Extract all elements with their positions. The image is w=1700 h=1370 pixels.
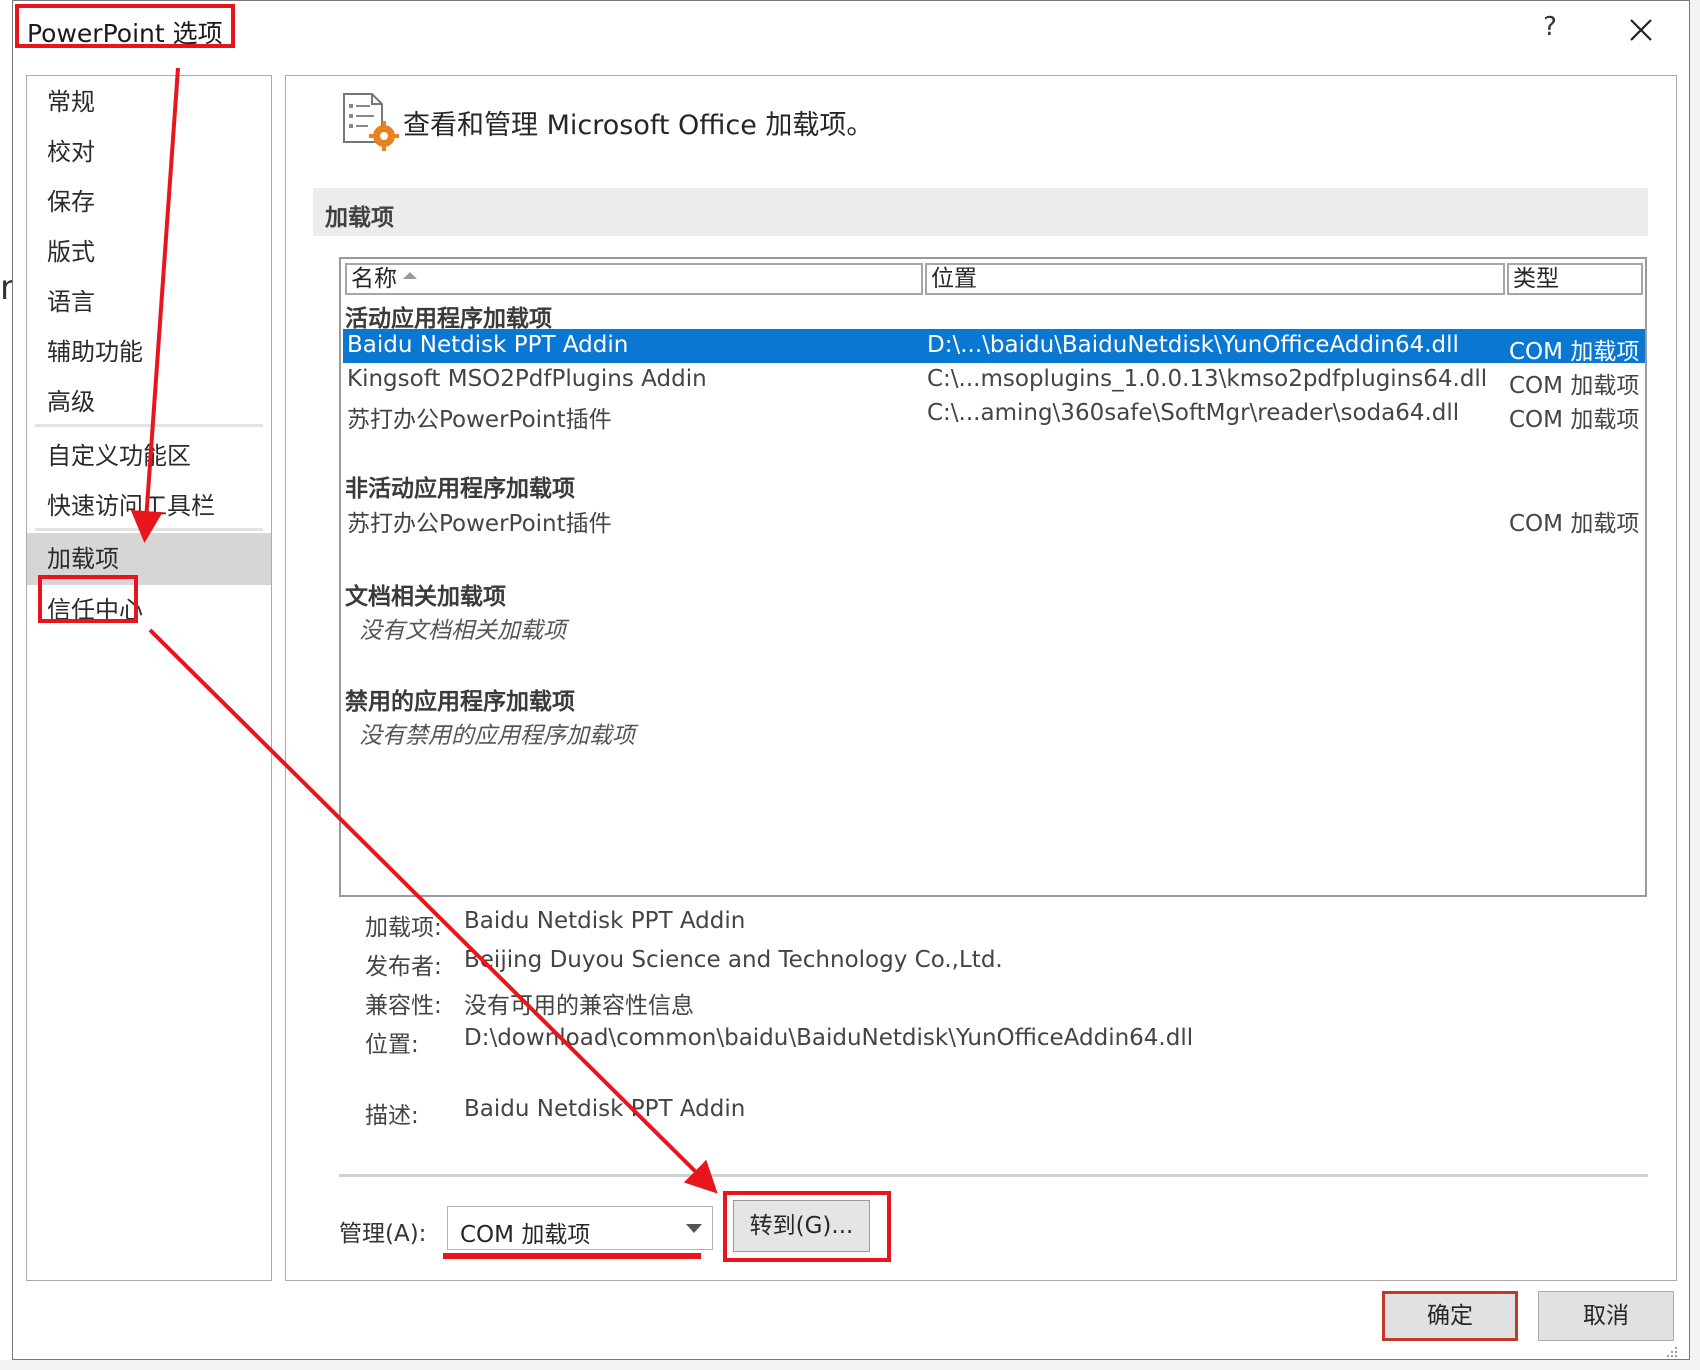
nav-item-accessibility[interactable]: 辅助功能	[27, 326, 271, 378]
chevron-down-icon	[686, 1224, 702, 1233]
detail-desc-label: 描述:	[365, 1103, 419, 1129]
cancel-button[interactable]: 取消	[1538, 1291, 1674, 1341]
column-header-name[interactable]: 名称	[345, 263, 923, 295]
row-name: Kingsoft MSO2PdfPlugins Addin	[347, 366, 707, 392]
row-type: COM 加载项	[1509, 511, 1640, 537]
nav-item-language[interactable]: 语言	[27, 276, 271, 328]
addins-settings-icon	[343, 93, 399, 151]
detail-location-label: 位置:	[365, 1032, 419, 1058]
detail-compat-value: 没有可用的兼容性信息	[464, 993, 694, 1019]
column-header-type-label: 类型	[1513, 266, 1559, 292]
nav-item-save[interactable]: 保存	[27, 176, 271, 228]
row-location: D:\...\baidu\BaiduNetdisk\YunOfficeAddin…	[927, 332, 1459, 358]
row-name: 苏打办公PowerPoint插件	[347, 407, 612, 433]
empty-message: 没有禁用的应用程序加载项	[359, 723, 635, 749]
ok-button[interactable]: 确定	[1382, 1291, 1518, 1341]
window-shadow	[1690, 0, 1700, 1370]
column-header-type[interactable]: 类型	[1507, 263, 1643, 295]
nav-item-general[interactable]: 常规	[27, 76, 271, 128]
list-row[interactable]: 苏打办公PowerPoint插件 C:\...aming\360safe\Sof…	[343, 397, 1645, 433]
divider	[339, 1174, 1648, 1177]
detail-addin-value: Baidu Netdisk PPT Addin	[464, 908, 746, 934]
section-header: 加载项	[313, 188, 1648, 236]
resize-grip-icon[interactable]	[1664, 1344, 1678, 1358]
manage-select[interactable]: COM 加载项	[447, 1206, 713, 1250]
addins-highlight-box	[38, 575, 138, 623]
list-row[interactable]: 苏打办公PowerPoint插件 COM 加载项	[343, 501, 1645, 537]
nav-item-advanced[interactable]: 高级	[27, 376, 271, 428]
group-title-disabled: 禁用的应用程序加载项	[345, 689, 575, 715]
column-header-location[interactable]: 位置	[925, 263, 1505, 295]
detail-location-value: D:\download\common\baidu\BaiduNetdisk\Yu…	[464, 1025, 1194, 1051]
row-name: 苏打办公PowerPoint插件	[347, 511, 612, 537]
row-location: C:\...aming\360safe\SoftMgr\reader\soda6…	[927, 400, 1460, 426]
list-row[interactable]: Baidu Netdisk PPT Addin D:\...\baidu\Bai…	[343, 329, 1645, 365]
help-button[interactable]: ?	[1530, 12, 1570, 48]
nav-item-proofing[interactable]: 校对	[27, 126, 271, 178]
nav-item-quick-access-toolbar[interactable]: 快速访问工具栏	[27, 480, 271, 532]
manage-select-value: COM 加载项	[460, 1222, 591, 1248]
close-button[interactable]	[1618, 10, 1664, 50]
nav-item-customize-ribbon[interactable]: 自定义功能区	[27, 430, 271, 482]
nav-item-layout[interactable]: 版式	[27, 226, 271, 278]
panel-heading: 查看和管理 Microsoft Office 加载项。	[403, 110, 874, 141]
empty-message: 没有文档相关加载项	[359, 618, 566, 644]
goto-highlight-box	[723, 1191, 891, 1262]
options-nav: 常规 校对 保存 版式 语言 辅助功能 高级 自定义功能区 快速访问工具栏 加载…	[26, 75, 272, 1281]
list-row[interactable]: Kingsoft MSO2PdfPlugins Addin C:\...msop…	[343, 363, 1645, 399]
list-header: 名称 位置 类型	[345, 263, 1643, 295]
row-type: COM 加载项	[1509, 407, 1640, 433]
detail-compat-label: 兼容性:	[365, 993, 442, 1019]
title-highlight-box	[15, 4, 235, 48]
row-location: C:\...msoplugins_1.0.0.13\kmso2pdfplugin…	[927, 366, 1488, 392]
row-type: COM 加载项	[1509, 339, 1640, 365]
group-title-document: 文档相关加载项	[345, 584, 506, 610]
row-type: COM 加载项	[1509, 373, 1640, 399]
column-header-location-label: 位置	[931, 266, 977, 292]
detail-desc-value: Baidu Netdisk PPT Addin	[464, 1096, 746, 1122]
group-title-active: 活动应用程序加载项	[345, 306, 552, 332]
column-header-name-label: 名称	[351, 266, 397, 292]
manage-label: 管理(A):	[339, 1221, 427, 1247]
detail-addin-label: 加载项:	[365, 915, 442, 941]
select-highlight-underline	[443, 1253, 701, 1259]
section-title: 加载项	[325, 205, 394, 231]
close-icon	[1630, 19, 1652, 41]
detail-publisher-value: Beijing Duyou Science and Technology Co.…	[464, 947, 1003, 973]
group-title-inactive: 非活动应用程序加载项	[345, 476, 575, 502]
sort-ascending-icon	[403, 272, 417, 279]
nav-divider	[35, 424, 263, 427]
detail-publisher-label: 发布者:	[365, 954, 442, 980]
row-name: Baidu Netdisk PPT Addin	[347, 332, 629, 358]
window-shadow-bottom	[0, 1360, 1700, 1370]
addins-list[interactable]: 名称 位置 类型 活动应用程序加载项 Baidu Netdisk PPT Add…	[339, 257, 1647, 897]
nav-divider	[35, 528, 263, 531]
